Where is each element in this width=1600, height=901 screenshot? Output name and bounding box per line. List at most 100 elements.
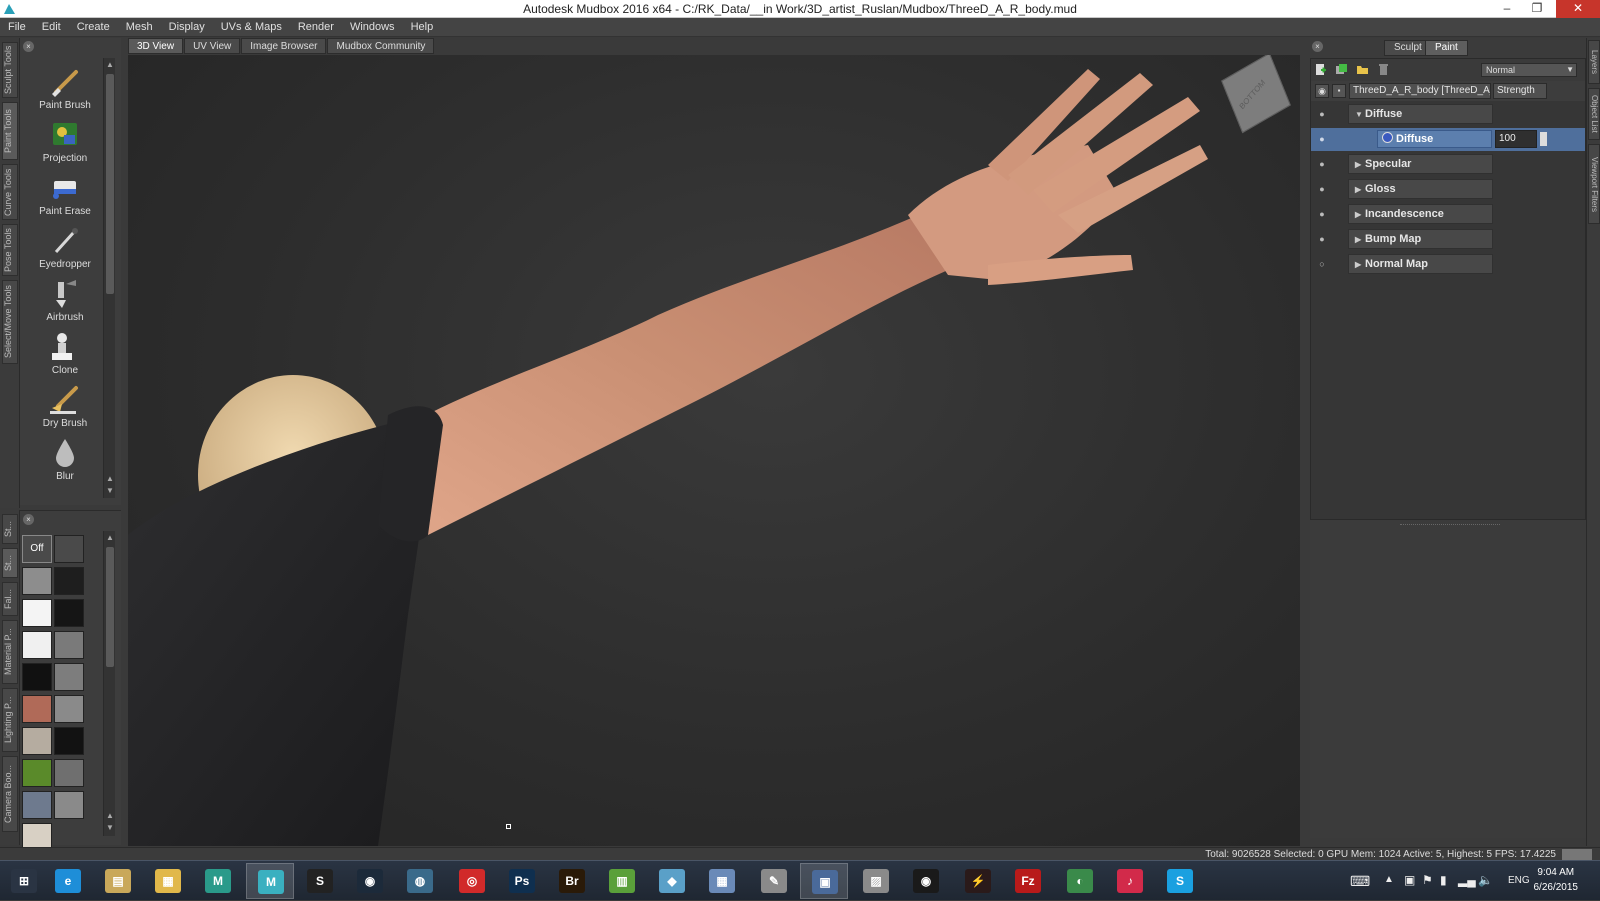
tray-app-icon[interactable]: ▣ [1404,873,1415,887]
channel-header[interactable]: ▼ Diffuse [1348,104,1493,124]
menu-create[interactable]: Create [69,18,118,37]
tab-uv-view[interactable]: UV View [184,38,241,54]
tab-falloff[interactable]: Fal... [2,582,18,616]
channel-header[interactable]: ▶ Specular [1348,154,1493,174]
stamp-thumbnail[interactable] [54,663,84,691]
taskbar-app-button[interactable]: S [1156,863,1204,899]
visibility-dot-icon[interactable]: ○ [1316,258,1328,270]
blend-mode-select[interactable]: Normal ▼ [1481,63,1577,77]
tab-stamp[interactable]: St... [2,514,18,544]
stamp-thumbnail[interactable] [54,567,84,595]
strength-slider-handle[interactable] [1540,132,1547,146]
panel-close-icon[interactable]: × [1312,41,1323,52]
channel-header[interactable]: ▶ Incandescence [1348,204,1493,224]
panel-resize-handle[interactable] [1400,524,1500,526]
menu-display[interactable]: Display [161,18,213,37]
channel-row-normal-map[interactable]: ○ ▶ Normal Map [1311,253,1585,276]
taskbar-app-button[interactable]: ◉ [902,863,950,899]
layer-folder-icon[interactable] [1356,63,1369,76]
tool-tray-scrollbar[interactable]: ▲ ▲ ▼ [103,58,115,498]
channel-header[interactable]: ▶ Bump Map [1348,229,1493,249]
input-language[interactable]: ENG [1508,875,1530,886]
stamp-thumbnail[interactable] [22,599,52,627]
tab-image-browser[interactable]: Image Browser [241,38,327,54]
visibility-dot-icon[interactable]: ● [1316,158,1328,170]
channel-header[interactable]: ▶ Normal Map [1348,254,1493,274]
taskbar-app-button[interactable]: ◍ [396,863,444,899]
scroll-down-icon[interactable]: ▼ [105,823,115,833]
3d-viewport[interactable]: BOTTOM [128,55,1300,846]
scroll-thumb[interactable] [106,74,114,294]
visibility-dot-icon[interactable]: ● [1316,233,1328,245]
scroll-up-icon[interactable]: ▲ [105,474,115,484]
tab-sculpt-tools[interactable]: Sculpt Tools [2,42,18,98]
delete-layer-icon[interactable] [1377,63,1390,76]
taskbar-app-button[interactable]: M [246,863,294,899]
stamp-thumbnail[interactable] [54,695,84,723]
menu-uvs-maps[interactable]: UVs & Maps [213,18,290,37]
tray-close-icon[interactable]: × [23,41,34,52]
stamp-thumbnail[interactable] [22,759,52,787]
tab-camera-bookmarks[interactable]: Camera Boo... [2,756,18,832]
stamp-thumbnail[interactable] [54,535,84,563]
taskbar-app-button[interactable]: S [296,863,344,899]
visibility-dot-icon[interactable]: ● [1316,133,1328,145]
tool-dry-brush[interactable]: Dry Brush [24,384,106,436]
flag-icon[interactable]: ⚑ [1422,873,1433,887]
taskbar-app-button[interactable]: ◉ [346,863,394,899]
tab-viewport-filters[interactable]: Viewport Filters [1588,144,1600,224]
power-icon[interactable]: ▮ [1440,873,1447,887]
restore-button[interactable]: ❐ [1524,0,1550,18]
tool-airbrush[interactable]: Airbrush [24,278,106,330]
channel-row-specular[interactable]: ● ▶ Specular [1311,153,1585,176]
volume-icon[interactable]: 🔈 [1478,873,1493,887]
taskbar-app-button[interactable]: e [44,863,92,899]
stamp-thumbnail[interactable] [54,631,84,659]
taskbar-app-button[interactable]: ◆ [648,863,696,899]
keyboard-icon[interactable]: ⌨ [1350,873,1370,890]
channel-row-incandescence[interactable]: ● ▶ Incandescence [1311,203,1585,226]
taskbar-app-button[interactable]: ▤ [94,863,142,899]
stamp-thumbnail[interactable] [22,631,52,659]
tab-material-presets[interactable]: Material P... [2,620,18,684]
taskbar-app-button[interactable]: ⚡ [954,863,1002,899]
minimize-button[interactable]: – [1494,0,1520,18]
eye-icon[interactable]: ◉ [1315,84,1329,98]
stamp-thumbnail[interactable] [22,567,52,595]
tool-eyedropper[interactable]: Eyedropper [24,225,106,277]
tray-expand-icon[interactable]: ▲ [1384,874,1394,885]
taskbar-app-button[interactable]: ▨ [852,863,900,899]
tool-paint-erase[interactable]: Paint Erase [24,172,106,224]
visibility-dot-icon[interactable]: ● [1316,208,1328,220]
tab-curve-tools[interactable]: Curve Tools [2,164,18,220]
taskbar-app-button[interactable]: ▦ [698,863,746,899]
tab-select-move-tools[interactable]: Select/Move Tools [2,280,18,364]
stamp-thumbnail[interactable] [54,759,84,787]
taskbar-app-button[interactable]: ◎ [448,863,496,899]
tab-mudbox-community[interactable]: Mudbox Community [327,38,435,54]
scroll-up-icon[interactable]: ▲ [105,60,115,70]
tab-object-list[interactable]: Object List [1588,88,1600,140]
taskbar-app-button[interactable]: Fz [1004,863,1052,899]
tray-close-icon[interactable]: × [23,514,34,525]
taskbar-app-button[interactable]: Ps [498,863,546,899]
stamp-thumbnail[interactable] [54,727,84,755]
stamp-thumbnail[interactable] [22,727,52,755]
channel-row-bump-map[interactable]: ● ▶ Bump Map [1311,228,1585,251]
stamp-off[interactable]: Off [22,535,52,563]
object-layer-name[interactable]: ThreeD_A_R_body [ThreeD_A_R_ [1349,83,1491,99]
tab-layers[interactable]: Layers [1588,40,1600,84]
taskbar-app-button[interactable]: ▦ [144,863,192,899]
menu-mesh[interactable]: Mesh [118,18,161,37]
start-button[interactable]: ⊞ [0,863,48,899]
menu-edit[interactable]: Edit [34,18,69,37]
menu-render[interactable]: Render [290,18,342,37]
layer-strength-input[interactable]: 100 [1495,130,1537,148]
menu-file[interactable]: File [0,18,34,37]
close-button[interactable]: ✕ [1556,0,1600,18]
lock-icon[interactable]: ▪ [1332,84,1346,98]
taskbar-app-button[interactable]: ✎ [750,863,798,899]
taskbar-app-button[interactable]: ♪ [1106,863,1154,899]
channel-row-diffuse[interactable]: ● ▼ Diffuse [1311,103,1585,126]
network-icon[interactable]: ▂▄ [1458,873,1476,887]
